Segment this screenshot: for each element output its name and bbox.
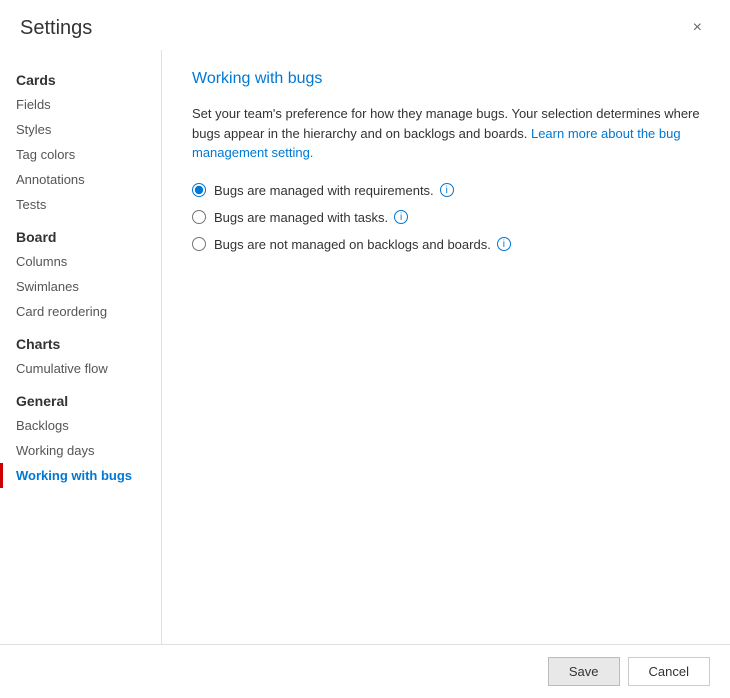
sidebar-item-working-with-bugs[interactable]: Working with bugs bbox=[0, 463, 161, 488]
sidebar-item-columns[interactable]: Columns bbox=[0, 249, 161, 274]
radio-input-opt3[interactable] bbox=[192, 237, 206, 251]
radio-label-opt1: Bugs are managed with requirements. i bbox=[214, 183, 454, 198]
sidebar-item-working-days[interactable]: Working days bbox=[0, 438, 161, 463]
radio-option-opt3[interactable]: Bugs are not managed on backlogs and boa… bbox=[192, 237, 700, 252]
info-icon-opt2[interactable]: i bbox=[394, 210, 408, 224]
section-title: Working with bugs bbox=[192, 70, 700, 88]
sidebar-section-header: Cards bbox=[0, 60, 161, 92]
dialog-footer: Save Cancel bbox=[0, 644, 730, 698]
sidebar-item-swimlanes[interactable]: Swimlanes bbox=[0, 274, 161, 299]
sidebar: CardsFieldsStylesTag colorsAnnotationsTe… bbox=[0, 50, 162, 644]
dialog-body: CardsFieldsStylesTag colorsAnnotationsTe… bbox=[0, 50, 730, 644]
radio-option-opt2[interactable]: Bugs are managed with tasks. i bbox=[192, 210, 700, 225]
cancel-button[interactable]: Cancel bbox=[628, 657, 710, 686]
settings-dialog: Settings × CardsFieldsStylesTag colorsAn… bbox=[0, 0, 730, 698]
sidebar-item-styles[interactable]: Styles bbox=[0, 117, 161, 142]
sidebar-section-header: Board bbox=[0, 217, 161, 249]
sidebar-item-backlogs[interactable]: Backlogs bbox=[0, 413, 161, 438]
radio-group: Bugs are managed with requirements. i Bug… bbox=[192, 183, 700, 252]
radio-label-opt2: Bugs are managed with tasks. i bbox=[214, 210, 408, 225]
description: Set your team's preference for how they … bbox=[192, 104, 700, 163]
dialog-header: Settings × bbox=[0, 0, 730, 50]
sidebar-item-tag-colors[interactable]: Tag colors bbox=[0, 142, 161, 167]
sidebar-section-header: General bbox=[0, 381, 161, 413]
save-button[interactable]: Save bbox=[548, 657, 620, 686]
info-icon-opt3[interactable]: i bbox=[497, 237, 511, 251]
sidebar-section-header: Charts bbox=[0, 324, 161, 356]
close-button[interactable]: × bbox=[685, 16, 710, 40]
radio-input-opt2[interactable] bbox=[192, 210, 206, 224]
radio-label-opt3: Bugs are not managed on backlogs and boa… bbox=[214, 237, 511, 252]
main-content: Working with bugs Set your team's prefer… bbox=[162, 50, 730, 644]
sidebar-item-tests[interactable]: Tests bbox=[0, 192, 161, 217]
radio-input-opt1[interactable] bbox=[192, 183, 206, 197]
sidebar-item-fields[interactable]: Fields bbox=[0, 92, 161, 117]
sidebar-item-annotations[interactable]: Annotations bbox=[0, 167, 161, 192]
sidebar-item-card-reordering[interactable]: Card reordering bbox=[0, 299, 161, 324]
sidebar-item-cumulative-flow[interactable]: Cumulative flow bbox=[0, 356, 161, 381]
radio-option-opt1[interactable]: Bugs are managed with requirements. i bbox=[192, 183, 700, 198]
dialog-title: Settings bbox=[20, 17, 92, 40]
info-icon-opt1[interactable]: i bbox=[440, 183, 454, 197]
